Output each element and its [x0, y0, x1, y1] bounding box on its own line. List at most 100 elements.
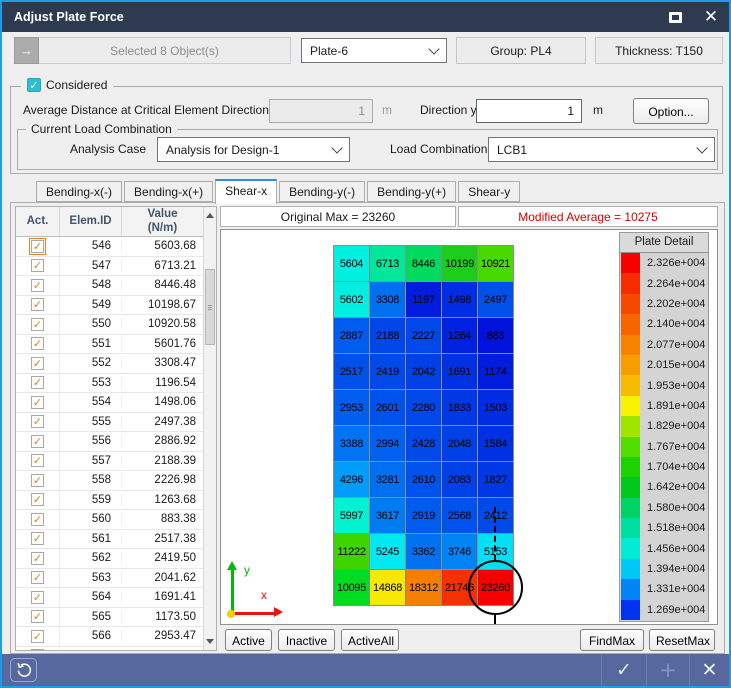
table-row[interactable]: ✓5651173.50: [16, 608, 216, 628]
heatmap-cell[interactable]: 4296: [334, 462, 370, 498]
active-button[interactable]: Active: [225, 629, 272, 651]
heatmap-cell[interactable]: 2419: [370, 354, 406, 390]
row-checkbox[interactable]: ✓: [31, 610, 44, 623]
row-checkbox[interactable]: ✓: [31, 591, 44, 604]
table-row[interactable]: ✓54910198.67: [16, 296, 216, 316]
restore-button[interactable]: [657, 2, 693, 32]
heatmap-cell[interactable]: 1498: [442, 282, 478, 318]
confirm-button[interactable]: ✓: [602, 654, 646, 686]
heatmap-cell[interactable]: 3308: [370, 282, 406, 318]
heatmap-cell[interactable]: 1827: [478, 462, 514, 498]
table-row[interactable]: ✓5612517.38: [16, 530, 216, 550]
table-row[interactable]: ✓5488446.48: [16, 276, 216, 296]
heatmap-cell[interactable]: 2042: [406, 354, 442, 390]
plot-canvas[interactable]: 5604671384461019910921560233081197149824…: [220, 229, 718, 625]
row-checkbox[interactable]: ✓: [31, 318, 44, 331]
table-row[interactable]: ✓5531196.54: [16, 374, 216, 394]
findmax-button[interactable]: FindMax: [580, 629, 644, 651]
close-button[interactable]: ✕: [693, 2, 729, 32]
row-checkbox[interactable]: ✓: [31, 240, 44, 253]
heatmap-cell[interactable]: 1503: [478, 390, 514, 426]
row-checkbox[interactable]: ✓: [31, 376, 44, 389]
heatmap-cell[interactable]: 1197: [406, 282, 442, 318]
tab-shear-y[interactable]: Shear-y: [458, 181, 520, 202]
heatmap-cell[interactable]: 6713: [370, 246, 406, 282]
row-checkbox[interactable]: ✓: [31, 571, 44, 584]
heatmap-cell[interactable]: 10921: [478, 246, 514, 282]
plate-select[interactable]: Plate-6: [301, 38, 447, 63]
heatmap-cell[interactable]: 11222: [334, 534, 370, 570]
row-checkbox[interactable]: ✓: [31, 493, 44, 506]
heatmap-cell[interactable]: 2953: [334, 390, 370, 426]
direction-x-input[interactable]: 1: [269, 99, 373, 123]
table-row[interactable]: ✓55010920.58: [16, 315, 216, 335]
heatmap-cell[interactable]: 3281: [370, 462, 406, 498]
table-scrollbar[interactable]: [203, 207, 216, 650]
analysis-case-select[interactable]: Analysis for Design-1: [157, 137, 350, 162]
heatmap-cell[interactable]: 2568: [442, 498, 478, 534]
row-checkbox[interactable]: ✓: [31, 396, 44, 409]
heatmap-cell[interactable]: 2227: [406, 318, 442, 354]
table-row[interactable]: ✓5562886.92: [16, 432, 216, 452]
row-checkbox[interactable]: ✓: [31, 513, 44, 526]
direction-y-input[interactable]: 1: [476, 99, 582, 123]
heatmap-cell[interactable]: 2188: [370, 318, 406, 354]
heatmap-cell[interactable]: 2497: [478, 282, 514, 318]
heatmap-cell[interactable]: 1584: [478, 426, 514, 462]
resetmax-button[interactable]: ResetMax: [649, 629, 715, 651]
table-row[interactable]: ✓5622419.50: [16, 549, 216, 569]
tab-bending-y-[interactable]: Bending-y(+): [367, 181, 456, 202]
heatmap-cell[interactable]: 1264: [442, 318, 478, 354]
heatmap-cell[interactable]: 2083: [442, 462, 478, 498]
heatmap-cell[interactable]: 2994: [370, 426, 406, 462]
heatmap-cell[interactable]: 8446: [406, 246, 442, 282]
table-row[interactable]: ✓5641691.41: [16, 588, 216, 608]
heatmap-cell[interactable]: 5245: [370, 534, 406, 570]
table-row[interactable]: ✓5632041.62: [16, 569, 216, 589]
heatmap-cell[interactable]: 14868: [370, 570, 406, 606]
heatmap-cell[interactable]: 1691: [442, 354, 478, 390]
table-row[interactable]: ✓5591263.68: [16, 491, 216, 511]
tab-bending-x-[interactable]: Bending-x(+): [124, 181, 213, 202]
heatmap-cell[interactable]: 3746: [442, 534, 478, 570]
tab-shear-x[interactable]: Shear-x: [215, 179, 277, 204]
row-checkbox[interactable]: ✓: [31, 357, 44, 370]
heatmap-cell[interactable]: 5602: [334, 282, 370, 318]
row-checkbox[interactable]: ✓: [31, 259, 44, 272]
table-row[interactable]: ✓5515601.76: [16, 335, 216, 355]
row-checkbox[interactable]: ✓: [31, 415, 44, 428]
row-checkbox[interactable]: ✓: [31, 298, 44, 311]
load-combination-select[interactable]: LCB1: [488, 137, 715, 162]
heatmap-cell[interactable]: 2280: [406, 390, 442, 426]
heatmap-cell[interactable]: 3362: [406, 534, 442, 570]
table-row[interactable]: ✓5572188.39: [16, 452, 216, 472]
table-row[interactable]: ✓5552497.38: [16, 413, 216, 433]
table-row[interactable]: ✓5582226.98: [16, 471, 216, 491]
scroll-up-icon[interactable]: [206, 213, 214, 218]
add-button[interactable]: +: [647, 654, 689, 686]
tab-bending-y-[interactable]: Bending-y(-): [279, 181, 365, 202]
heatmap-cell[interactable]: 2428: [406, 426, 442, 462]
heatmap-cell[interactable]: 3388: [334, 426, 370, 462]
heatmap-cell[interactable]: 1833: [442, 390, 478, 426]
row-checkbox[interactable]: ✓: [31, 279, 44, 292]
activeall-button[interactable]: ActiveAll: [341, 629, 399, 651]
heatmap-cell[interactable]: 883: [478, 318, 514, 354]
cancel-button[interactable]: ✕: [690, 654, 729, 686]
undo-button[interactable]: [10, 658, 37, 682]
considered-checkbox[interactable]: ✓ Considered: [21, 78, 113, 92]
heatmap-cell[interactable]: 18312: [406, 570, 442, 606]
heatmap-cell[interactable]: 2919: [406, 498, 442, 534]
heatmap-cell[interactable]: 2517: [334, 354, 370, 390]
heatmap-cell[interactable]: 2048: [442, 426, 478, 462]
heatmap-cell[interactable]: 2601: [370, 390, 406, 426]
heatmap-cell[interactable]: 5997: [334, 498, 370, 534]
apply-selection-button[interactable]: →: [14, 37, 39, 64]
heatmap-cell[interactable]: 5604: [334, 246, 370, 282]
heatmap-cell[interactable]: 2887: [334, 318, 370, 354]
row-checkbox[interactable]: ✓: [31, 474, 44, 487]
scrollbar-thumb[interactable]: [205, 269, 215, 345]
heatmap-cell[interactable]: 2610: [406, 462, 442, 498]
heatmap-cell[interactable]: 3617: [370, 498, 406, 534]
heatmap-cell[interactable]: 2412: [478, 498, 514, 534]
